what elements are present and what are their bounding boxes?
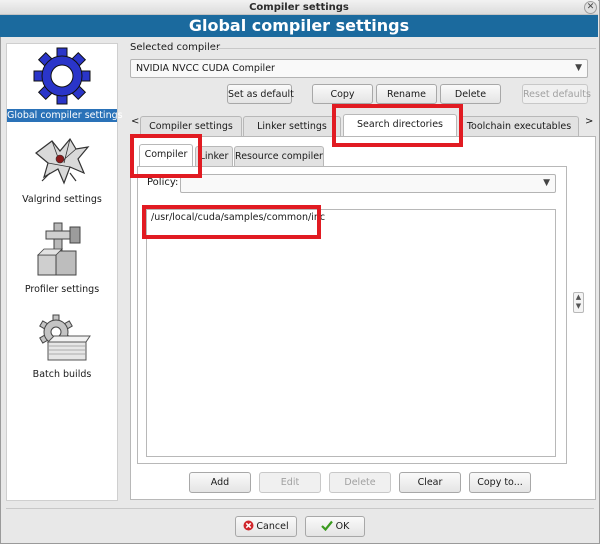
subtab-resource-compiler[interactable]: Resource compiler xyxy=(234,146,324,166)
sidebar-item-label: Profiler settings xyxy=(24,284,100,295)
check-icon xyxy=(320,520,333,532)
cancel-button[interactable]: Cancel xyxy=(235,516,297,537)
sidebar-item-label: Global compiler settings xyxy=(7,109,123,122)
tab-scroll-right[interactable]: > xyxy=(585,116,593,127)
tab-compiler-settings[interactable]: Compiler settings xyxy=(140,116,242,136)
batch-icon xyxy=(39,314,91,361)
gear-icon xyxy=(33,47,91,105)
highlight-directory-entry xyxy=(142,205,321,239)
highlight-compiler-subtab xyxy=(130,134,202,178)
clear-button[interactable]: Clear xyxy=(399,472,461,493)
tab-scroll-left[interactable]: < xyxy=(131,116,139,127)
sidebar-item-valgrind-settings[interactable]: Valgrind settings xyxy=(7,133,117,205)
chevron-down-icon: ▼ xyxy=(575,63,582,73)
cancel-icon xyxy=(243,520,254,531)
highlight-search-directories xyxy=(332,104,463,147)
reorder-spinner[interactable]: ▲ ▼ xyxy=(573,292,584,313)
set-as-default-button[interactable]: Set as default xyxy=(227,84,294,104)
window-title: Compiler settings xyxy=(249,2,349,13)
footer-divider xyxy=(6,508,594,509)
reset-defaults-button[interactable]: Reset defaults xyxy=(522,84,591,104)
dragon-icon xyxy=(35,137,90,185)
caliper-icon xyxy=(37,222,81,276)
edit-button[interactable]: Edit xyxy=(259,472,321,493)
delete-button[interactable]: Delete xyxy=(329,472,391,493)
sidebar-item-global-compiler-settings[interactable]: Global compiler settings xyxy=(7,46,123,122)
sidebar-item-profiler-settings[interactable]: Profiler settings xyxy=(7,219,117,295)
add-button[interactable]: Add xyxy=(189,472,251,493)
rename-button[interactable]: Rename xyxy=(376,84,437,104)
copy-button[interactable]: Copy xyxy=(312,84,373,104)
policy-label: Policy: xyxy=(147,177,179,188)
copy-to-button[interactable]: Copy to... xyxy=(469,472,531,493)
page-header: Global compiler settings xyxy=(0,15,598,37)
sidebar-item-label: Batch builds xyxy=(32,369,92,380)
close-button[interactable]: ✕ xyxy=(584,1,597,14)
window-titlebar: Compiler settings xyxy=(0,0,598,15)
sidebar-item-batch-builds[interactable]: Batch builds xyxy=(7,314,117,380)
page-title: Global compiler settings xyxy=(188,16,410,35)
tab-linker-settings[interactable]: Linker settings xyxy=(243,116,341,136)
chevron-down-icon: ▼ xyxy=(543,178,550,188)
policy-select[interactable]: ▼ xyxy=(180,174,556,193)
delete-compiler-button[interactable]: Delete xyxy=(440,84,501,104)
ok-button[interactable]: OK xyxy=(305,516,365,537)
directories-list[interactable]: /usr/local/cuda/samples/common/inc xyxy=(146,209,556,457)
chevron-down-icon[interactable]: ▼ xyxy=(574,302,583,311)
compiler-select-value: NVIDIA NVCC CUDA Compiler xyxy=(136,63,275,74)
cancel-button-label: Cancel xyxy=(256,521,289,532)
tab-toolchain-executables[interactable]: Toolchain executables xyxy=(459,116,579,136)
selected-compiler-label: Selected compiler xyxy=(130,42,221,53)
compiler-select[interactable]: NVIDIA NVCC CUDA Compiler ▼ xyxy=(130,59,588,78)
ok-button-label: OK xyxy=(335,521,350,532)
sidebar-item-label: Valgrind settings xyxy=(22,194,102,205)
group-divider xyxy=(210,48,596,49)
chevron-up-icon[interactable]: ▲ xyxy=(574,293,583,302)
close-icon: ✕ xyxy=(586,2,595,12)
